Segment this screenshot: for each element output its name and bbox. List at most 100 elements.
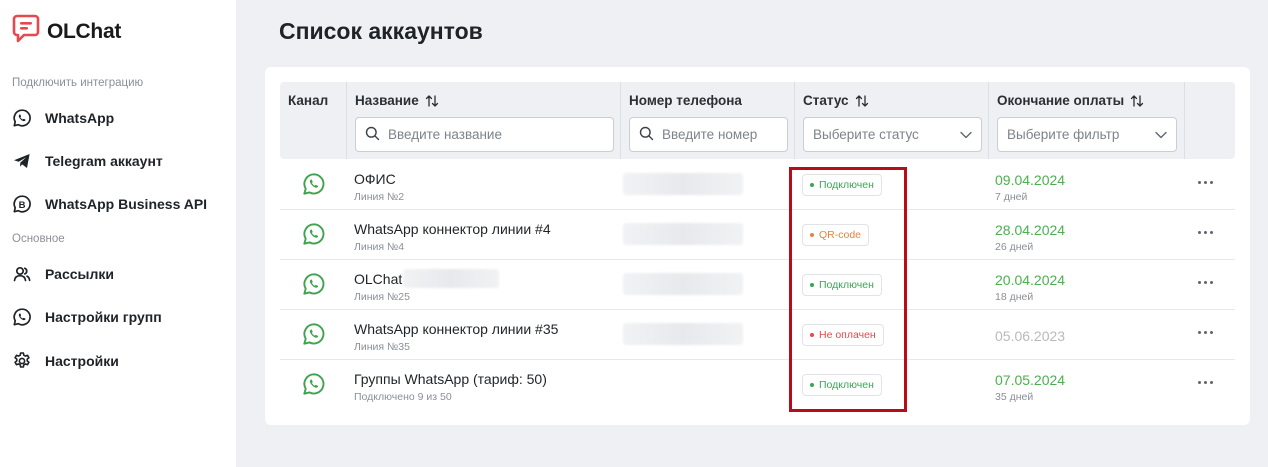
whatsapp-icon: [302, 372, 326, 401]
sidebar-item-whatsapp-business[interactable]: B WhatsApp Business API: [12, 194, 207, 214]
status-badge: Подключен: [802, 274, 882, 296]
section-title-main: Основное: [12, 233, 65, 245]
account-line: Линия №35: [354, 341, 410, 353]
status-badge: Не оплачен: [802, 324, 884, 346]
sort-icon[interactable]: [855, 94, 869, 108]
sort-icon[interactable]: [425, 94, 439, 108]
column-header-status[interactable]: Статус: [803, 93, 869, 108]
days-remaining: 7 дней: [995, 191, 1028, 203]
column-header-label: Название: [355, 93, 419, 108]
redacted-name: [403, 269, 499, 288]
status-label: Не оплачен: [819, 329, 876, 341]
sidebar-item-whatsapp[interactable]: WhatsApp: [12, 108, 114, 128]
name-search-input[interactable]: Введите название: [355, 117, 614, 152]
column-status: Статус Выберите статус: [794, 82, 988, 159]
main-content: Список аккаунтов Канал Название Введите …: [236, 0, 1268, 467]
telegram-icon: [12, 151, 32, 171]
status-dot: [810, 283, 814, 287]
more-actions-icon[interactable]: [1198, 281, 1213, 284]
sidebar: OLChat Подключить интеграцию WhatsApp Te…: [0, 0, 236, 467]
table-row[interactable]: OLChat Линия №25 Подключен 20.04.2024 18 дне…: [280, 260, 1235, 310]
whatsapp-icon: [12, 307, 32, 327]
sidebar-item-label: Настройки: [45, 353, 119, 369]
page-title: Список аккаунтов: [279, 18, 483, 44]
status-badge: Подключен: [802, 374, 882, 396]
sidebar-item-label: Настройки групп: [45, 309, 162, 325]
table-row[interactable]: Группы WhatsApp (тариф: 50) Подключено 9 …: [280, 360, 1235, 410]
more-actions-icon[interactable]: [1198, 381, 1213, 384]
redacted-phone: [623, 173, 743, 195]
payment-filter-select[interactable]: Выберите фильтр: [997, 117, 1177, 152]
status-label: Подключен: [819, 379, 874, 391]
table-row[interactable]: ОФИС Линия №2 Подключен 09.04.2024 7 дней: [280, 160, 1235, 210]
status-badge: QR-code: [802, 224, 870, 246]
column-name: Название Введите название: [346, 82, 620, 159]
account-name[interactable]: Группы WhatsApp (тариф: 50): [354, 371, 547, 387]
select-placeholder: Выберите фильтр: [1007, 127, 1120, 142]
sidebar-item-label: Telegram аккаунт: [45, 153, 163, 169]
business-b-icon: B: [12, 194, 32, 214]
brand-logo[interactable]: OLChat: [12, 14, 121, 49]
column-header-label: Статус: [803, 93, 849, 108]
column-actions: [1184, 82, 1235, 159]
account-name[interactable]: WhatsApp коннектор линии #35: [354, 321, 558, 337]
chevron-down-icon: [960, 127, 972, 142]
phone-search-input[interactable]: Введите номер: [629, 117, 788, 152]
days-remaining: 26 дней: [995, 241, 1034, 253]
more-actions-icon[interactable]: [1198, 181, 1213, 184]
gear-icon: [12, 351, 32, 371]
table-header: Канал Название Введите название Номер те…: [280, 82, 1235, 159]
column-header-payment[interactable]: Окончание оплаты: [997, 93, 1144, 108]
whatsapp-icon: [302, 222, 326, 251]
column-phone: Номер телефона Введите номер: [620, 82, 794, 159]
account-name[interactable]: ОФИС: [354, 171, 396, 187]
redacted-phone: [623, 323, 743, 345]
search-icon: [365, 126, 380, 144]
payment-end-date: 28.04.2024: [995, 222, 1066, 238]
more-actions-icon[interactable]: [1198, 231, 1213, 234]
sidebar-item-telegram[interactable]: Telegram аккаунт: [12, 151, 163, 171]
sidebar-item-label: Рассылки: [45, 266, 114, 282]
sidebar-item-mailings[interactable]: Рассылки: [12, 264, 114, 284]
status-dot: [810, 383, 814, 387]
more-actions-icon[interactable]: [1198, 331, 1213, 334]
column-header-label: Номер телефона: [629, 93, 742, 108]
search-placeholder: Введите номер: [662, 127, 758, 142]
sidebar-item-settings[interactable]: Настройки: [12, 351, 119, 371]
select-placeholder: Выберите статус: [813, 127, 919, 142]
sidebar-item-label: WhatsApp Business API: [45, 196, 208, 212]
column-header-name[interactable]: Название: [355, 93, 439, 108]
payment-end-date: 07.05.2024: [995, 372, 1066, 388]
sort-icon[interactable]: [1130, 94, 1144, 108]
payment-end-date: 20.04.2024: [995, 272, 1066, 288]
whatsapp-icon: [12, 108, 32, 128]
sidebar-item-group-settings[interactable]: Настройки групп: [12, 307, 162, 327]
status-label: QR-code: [819, 229, 862, 241]
account-name[interactable]: WhatsApp коннектор линии #4: [354, 221, 551, 237]
days-remaining: 35 дней: [995, 391, 1034, 403]
column-payment-end: Окончание оплаты Выберите фильтр: [988, 82, 1184, 159]
table-row[interactable]: WhatsApp коннектор линии #4 Линия №4 QR-co…: [280, 210, 1235, 260]
section-title-integrations: Подключить интеграцию: [12, 77, 144, 89]
status-select[interactable]: Выберите статус: [803, 117, 982, 152]
search-icon: [639, 126, 654, 144]
sidebar-item-label: WhatsApp: [45, 110, 115, 126]
status-badge: Подключен: [802, 174, 882, 196]
redacted-phone: [623, 223, 743, 245]
column-header-label: Канал: [288, 93, 329, 108]
users-icon: [12, 264, 32, 284]
svg-text:B: B: [19, 200, 26, 211]
whatsapp-icon: [302, 322, 326, 351]
column-channel: Канал: [280, 82, 346, 159]
payment-end-date: 05.06.2023: [995, 328, 1066, 344]
account-line: Линия №4: [354, 241, 405, 253]
accounts-table-card: Канал Название Введите название Номер те…: [265, 67, 1250, 425]
account-name[interactable]: OLChat: [354, 271, 402, 287]
table-row[interactable]: WhatsApp коннектор линии #35 Линия №35 Не …: [280, 310, 1235, 360]
status-dot: [810, 183, 814, 187]
column-header-label: Окончание оплаты: [997, 93, 1125, 108]
redacted-phone: [623, 273, 743, 295]
account-line: Линия №25: [354, 291, 410, 303]
whatsapp-icon: [302, 172, 326, 201]
status-label: Подключен: [819, 279, 874, 291]
